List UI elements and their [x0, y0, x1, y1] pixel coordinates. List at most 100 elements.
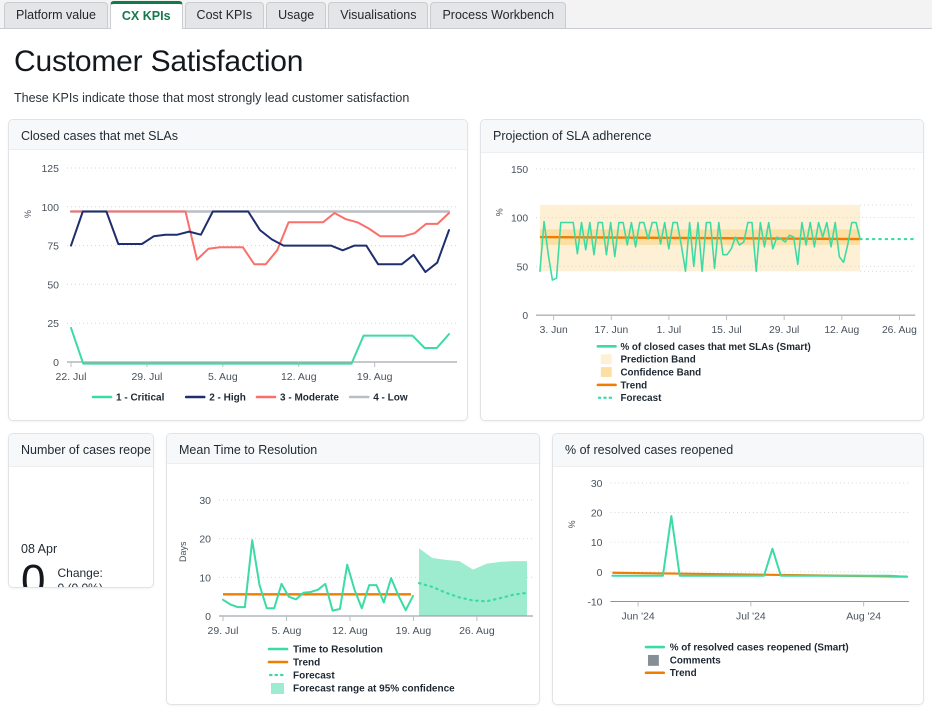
panel-percent-resolved-cases-reopened: % of resolved cases reopened -10 0 10 20 30 … — [552, 433, 924, 705]
panel-title-projection: Projection of SLA adherence — [481, 120, 923, 153]
chart-closed-cases-body: 0 25 50 75 100 125 22. Jul 29. Jul 5. Aug 12. Au… — [9, 150, 467, 420]
x-axis-tick-label: 1. Jul — [657, 325, 682, 336]
x-axis-tick-label: Jun '24 — [622, 611, 655, 622]
y-axis-unit-label: % — [495, 208, 505, 216]
chart-mean-time-to-resolution[interactable]: 0 10 20 30 29. Jul 5. Aug 12. Aug 19. Aug 26. A… — [167, 464, 539, 704]
y-axis-tick-label: 50 — [47, 279, 59, 291]
bignum-change: Change: 0 (0.0%) — [57, 566, 103, 588]
tab-cost-kpis[interactable]: Cost KPIs — [184, 2, 265, 28]
legend-label: Time to Resolution — [293, 645, 383, 656]
legend-label: Forecast range at 95% confidence — [293, 684, 455, 695]
x-axis-tick-label: 26. Aug — [459, 625, 495, 637]
legend-label: Trend — [293, 658, 320, 669]
legend-swatch — [600, 367, 612, 377]
tab-bar: Platform value CX KPIs Cost KPIs Usage V… — [0, 0, 932, 29]
bignum-change-label: Change: — [57, 566, 103, 580]
y-axis-tick-label: 10 — [591, 538, 603, 549]
x-axis-tick-label: 15. Jul — [711, 325, 741, 336]
x-axis-tick-label: 19. Aug — [357, 371, 393, 383]
y-axis-tick-label: 20 — [199, 534, 211, 546]
x-axis-tick-label: 19. Aug — [396, 625, 432, 637]
x-axis-tick-label: 12. Aug — [824, 325, 859, 336]
page-subtitle: These KPIs indicate those that most stro… — [14, 91, 410, 105]
legend-label: % of closed cases that met SLAs (Smart) — [620, 342, 810, 353]
y-axis-tick-label: 0 — [522, 311, 528, 322]
legend-label: 4 - Low — [373, 393, 408, 404]
y-axis-tick-label: 125 — [41, 163, 59, 175]
legend-label: 1 - Critical — [116, 393, 165, 404]
legend-label: Forecast — [620, 393, 662, 404]
y-axis-tick-label: 0 — [597, 567, 603, 578]
x-axis-tick-label: 26. Aug — [882, 325, 917, 336]
x-axis-tick-label: 29. Jul — [769, 325, 799, 336]
legend-label: Trend — [620, 380, 647, 391]
bignum-change-value: 0 (0.0%) — [57, 581, 103, 588]
data-series-line — [70, 326, 450, 365]
y-axis-tick-label: 0 — [205, 611, 211, 623]
x-axis-tick-label: 5. Aug — [208, 371, 238, 383]
y-axis-unit-label: % — [567, 520, 577, 528]
tab-platform-value[interactable]: Platform value — [4, 2, 108, 28]
chart-projection-body: 0 50 100 150 3. Jun 17. Jun 1. Jul 15. Jul 29. … — [481, 153, 923, 420]
y-axis-tick-label: 10 — [199, 572, 211, 584]
data-series-line — [222, 539, 414, 612]
chart-reopened-pct-body: -10 0 10 20 30 Jun '24 Jul '24 Aug '24 % of re… — [553, 467, 923, 704]
y-axis-tick-label: 25 — [47, 318, 59, 330]
page-header: Customer Satisfaction These KPIs indicat… — [0, 29, 932, 105]
bignum-date: 08 Apr — [21, 542, 58, 556]
x-axis-tick-label: 17. Jun — [594, 325, 628, 336]
y-axis-tick-label: 20 — [591, 508, 603, 519]
panel-number-of-cases-reopened: Number of cases reope 08 Apr 0 Change: 0… — [8, 433, 154, 588]
dashboard-row-top: Closed cases that met SLAs 0 25 50 75 100 125… — [0, 119, 932, 421]
legend-label: Forecast — [293, 671, 335, 682]
data-series-line — [70, 210, 450, 273]
legend-label: Confidence Band — [620, 367, 701, 378]
panel-title-reopened-pct: % of resolved cases reopened — [553, 434, 923, 467]
y-axis-tick-label: 100 — [41, 202, 59, 214]
legend-label: Comments — [670, 655, 722, 666]
y-axis-tick-label: 75 — [47, 241, 59, 253]
y-axis-tick-label: 0 — [53, 357, 59, 369]
legend-label: Prediction Band — [620, 355, 695, 366]
x-axis-tick-label: Jul '24 — [736, 611, 766, 622]
legend-swatch — [600, 354, 612, 365]
y-axis-tick-label: -10 — [587, 597, 602, 608]
dashboard-row-bottom: Number of cases reope 08 Apr 0 Change: 0… — [0, 433, 932, 705]
forecast-confidence-area — [419, 548, 527, 616]
tab-cx-kpis[interactable]: CX KPIs — [109, 1, 183, 29]
legend-swatch — [647, 654, 659, 666]
legend-label: 2 - High — [209, 393, 246, 404]
tab-usage[interactable]: Usage — [266, 2, 327, 28]
bignum-body: 08 Apr 0 Change: 0 (0.0%) — [9, 467, 153, 587]
page-title: Customer Satisfaction — [14, 45, 304, 78]
data-series-line — [70, 210, 450, 266]
legend-swatch — [271, 683, 284, 694]
chart-percent-resolved-reopened[interactable]: -10 0 10 20 30 Jun '24 Jul '24 Aug '24 % of re… — [553, 467, 923, 704]
chart-mttr-body: 0 10 20 30 29. Jul 5. Aug 12. Aug 19. Aug 26. A… — [167, 464, 539, 704]
x-axis-tick-label: 12. Aug — [332, 625, 368, 637]
panel-title-reopened-count: Number of cases reope — [9, 434, 153, 467]
legend-label: Trend — [670, 668, 697, 679]
panel-projection-sla-adherence: Projection of SLA adherence 0 50 100 150 3.… — [480, 119, 924, 421]
x-axis-tick-label: 3. Jun — [540, 325, 568, 336]
legend-label: 3 - Moderate — [280, 393, 339, 404]
y-axis-tick-label: 150 — [511, 165, 528, 176]
legend-label: % of resolved cases reopened (Smart) — [670, 642, 849, 653]
tab-process-workbench[interactable]: Process Workbench — [430, 2, 567, 28]
panel-mean-time-to-resolution: Mean Time to Resolution 0 10 20 30 29. Jul 5… — [166, 433, 540, 705]
panel-title-closed-cases: Closed cases that met SLAs — [9, 120, 467, 150]
y-axis-tick-label: 100 — [511, 214, 528, 225]
data-series-line — [611, 514, 909, 578]
x-axis-tick-label: 5. Aug — [272, 625, 302, 637]
chart-closed-cases[interactable]: 0 25 50 75 100 125 22. Jul 29. Jul 5. Aug 12. Au… — [9, 150, 467, 420]
tab-visualisations[interactable]: Visualisations — [328, 2, 429, 28]
y-axis-tick-label: 50 — [517, 262, 529, 273]
x-axis-tick-label: 22. Jul — [56, 371, 87, 383]
chart-projection-sla[interactable]: 0 50 100 150 3. Jun 17. Jun 1. Jul 15. Jul 29. … — [481, 153, 923, 420]
x-axis-tick-label: 12. Aug — [281, 371, 317, 383]
y-axis-tick-label: 30 — [591, 478, 603, 489]
x-axis-tick-label: 29. Jul — [208, 625, 239, 637]
x-axis-tick-label: Aug '24 — [846, 611, 881, 622]
x-axis-tick-label: 29. Jul — [131, 371, 162, 383]
y-axis-unit-label: % — [23, 210, 33, 218]
